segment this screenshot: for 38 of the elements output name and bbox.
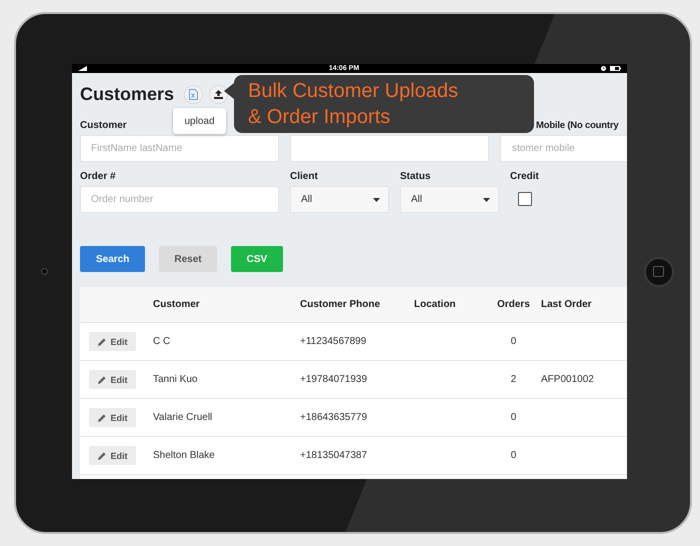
table-cell-text: +18643635779 [300,412,368,423]
edit-button[interactable]: Edit [89,370,136,389]
upload-tooltip: upload [173,108,226,134]
column-header: Customer Phone [300,299,382,310]
field-label: Mobile (No country [536,119,618,133]
action-button[interactable]: Reset [159,246,217,272]
field-label: Client [290,170,318,184]
text-field[interactable]: stomer mobile [500,135,627,162]
table-cell-text: +19784071939 [300,374,368,385]
table-cell-text: +18135047387 [300,450,368,461]
edit-button[interactable]: Edit [89,408,136,427]
table-cell-text: C C [153,336,172,347]
select-field[interactable]: All [400,186,499,213]
text-field[interactable]: Order number [80,186,279,213]
table-cell-text: Valarie Cruell [153,412,214,423]
table-cell-text: 0 [510,412,518,423]
callout-text: Bulk Customer Uploads & Order Imports [248,79,460,130]
column-header: Location [414,299,457,310]
edit-button[interactable]: Edit [89,446,136,465]
table-cell-text: 2 [510,374,518,385]
table-cell-text: Tanni Kuo [153,374,198,385]
field-label: Credit [510,170,539,184]
text-field[interactable]: FirstName lastName [80,135,279,162]
select-field[interactable]: All [290,186,389,213]
column-header: Orders [496,299,531,310]
field-label: Status [400,170,431,184]
table-cell-text: Shelton Blake [153,450,216,461]
field-label: Customer [80,119,127,133]
field-label: Order # [80,170,116,184]
table-cell-text: 0 [510,336,518,347]
table-cell-text: 0 [510,450,518,461]
table-cell-text: AFP001002 [541,374,595,385]
table-cell-text: +11234567899 [300,336,368,347]
action-button[interactable]: Search [80,246,146,272]
column-header: Last Order [541,299,593,310]
page-title: Customers [80,84,174,104]
edit-button[interactable]: Edit [89,332,136,351]
column-header: Customer [153,299,201,310]
